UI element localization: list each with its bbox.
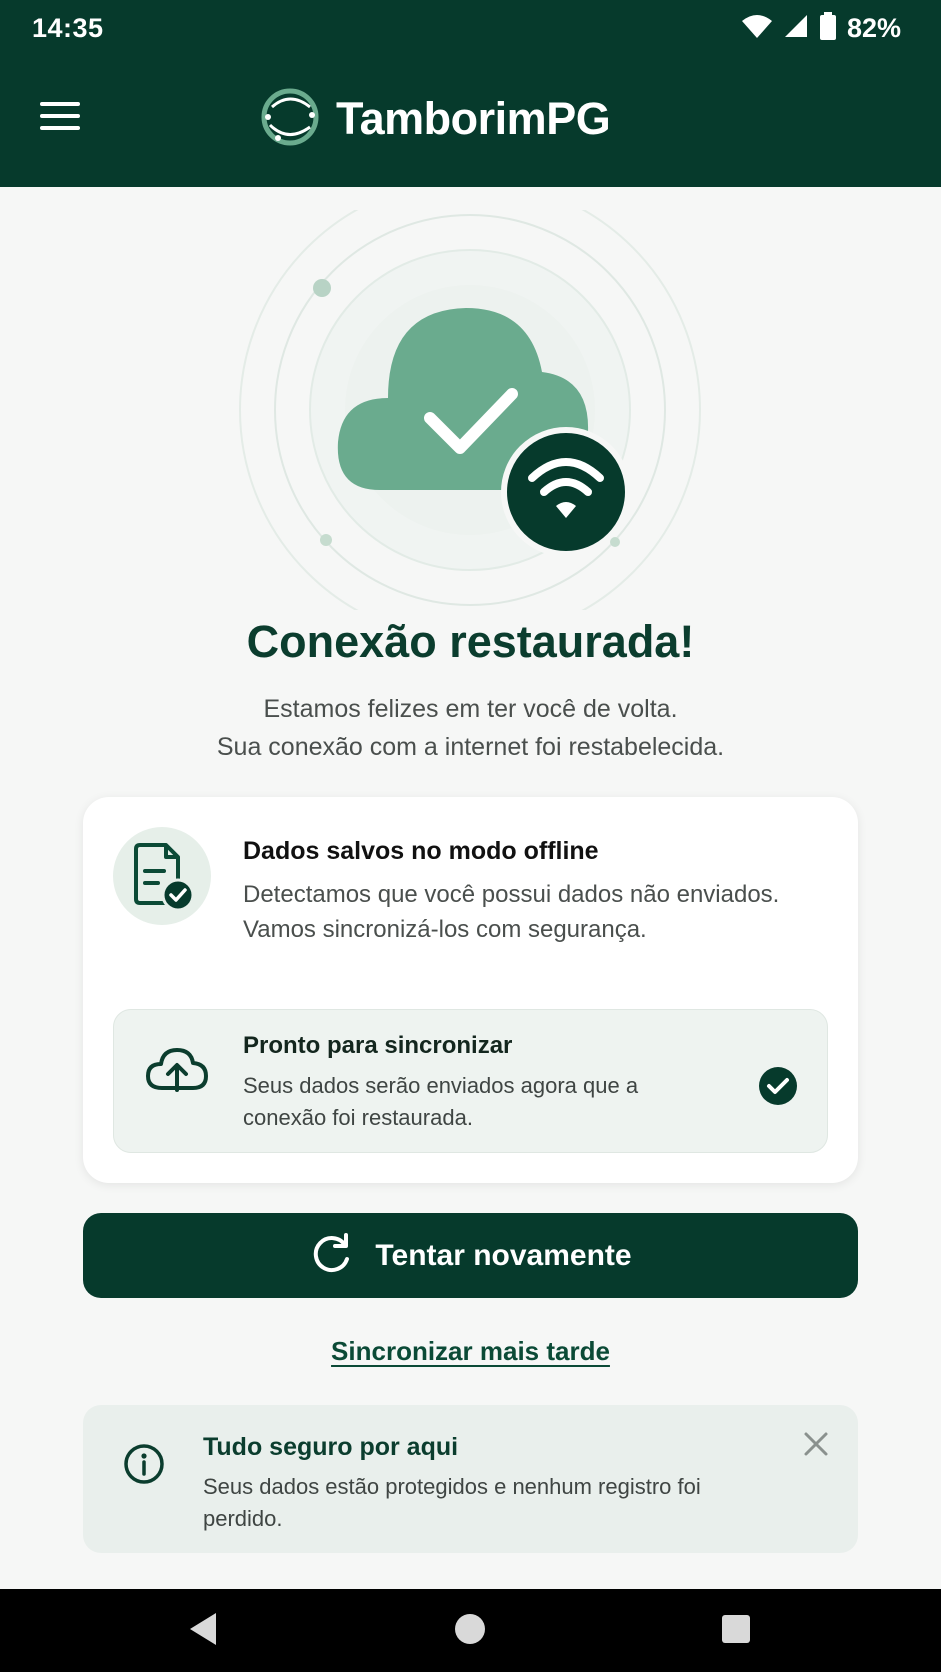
- offline-card-title: Dados salvos no modo offline: [243, 837, 599, 865]
- tamborim-logo-icon: [258, 85, 322, 154]
- retry-button[interactable]: Tentar novamente: [83, 1213, 858, 1298]
- status-bar: 14:35 82%: [0, 0, 941, 56]
- menu-button[interactable]: [34, 92, 86, 144]
- subtitle-line-1: Estamos felizes em ter você de volta.: [263, 695, 678, 723]
- sync-title: Pronto para sincronizar: [243, 1032, 513, 1059]
- app-bar: TamborimPG: [0, 56, 941, 187]
- info-title: Tudo seguro por aqui: [203, 1433, 459, 1461]
- page-subtitle: Estamos felizes em ter você de volta. Su…: [0, 690, 941, 766]
- brand: TamborimPG: [258, 85, 611, 154]
- back-icon[interactable]: [184, 1609, 220, 1654]
- system-nav-bar: [0, 1589, 941, 1672]
- status-time: 14:35: [32, 12, 104, 43]
- recents-icon[interactable]: [718, 1609, 754, 1654]
- page-title: Conexão restaurada!: [246, 616, 695, 667]
- signal-icon: [783, 13, 809, 44]
- sync-text: Seus dados serão enviados agora que a co…: [243, 1073, 639, 1130]
- battery-percentage: 82%: [846, 12, 901, 43]
- close-icon[interactable]: [801, 1429, 831, 1464]
- info-icon: [123, 1443, 165, 1490]
- sync-status-box: Pronto para sincronizar Seus dados serão…: [113, 1009, 828, 1153]
- info-banner: Tudo seguro por aqui Seus dados estão pr…: [83, 1405, 858, 1553]
- retry-button-label: Tentar novamente: [375, 1238, 632, 1272]
- hamburger-menu-icon: [40, 101, 80, 136]
- brand-name: TamborimPG: [336, 93, 611, 144]
- wifi-icon: [501, 427, 631, 557]
- offline-card-text: Detectamos que você possui dados não env…: [243, 881, 780, 943]
- subtitle-line-2: Sua conexão com a internet foi restabele…: [216, 733, 725, 761]
- info-text: Seus dados estão protegidos e nenhum reg…: [203, 1474, 701, 1531]
- cloud-upload-icon: [144, 1044, 210, 1101]
- battery-icon: [819, 11, 837, 45]
- status-icons: 82%: [741, 11, 901, 45]
- document-check-icon: [113, 827, 211, 925]
- sync-later-link[interactable]: Sincronizar mais tarde: [0, 1336, 941, 1367]
- wifi-icon: [741, 13, 773, 44]
- hero-illustration: [230, 179, 710, 641]
- home-icon[interactable]: [452, 1609, 488, 1654]
- refresh-icon: [309, 1231, 353, 1280]
- offline-data-card: Dados salvos no modo offline Detectamos …: [83, 797, 858, 1183]
- check-circle-icon: [758, 1066, 798, 1111]
